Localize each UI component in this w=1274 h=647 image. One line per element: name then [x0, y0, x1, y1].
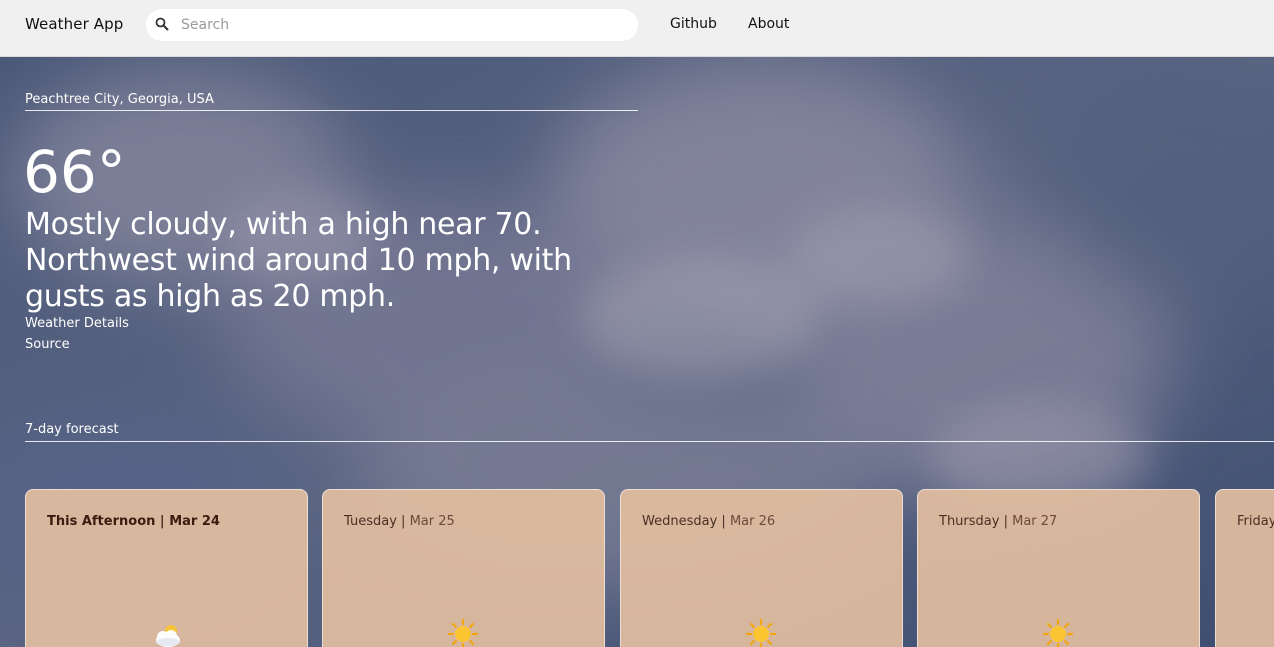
forecast-card-header: This Afternoon | Mar 24	[47, 514, 220, 529]
sun-icon	[1042, 618, 1074, 647]
search-icon	[155, 17, 169, 31]
forecast-day-name: Thursday	[939, 514, 1000, 529]
forecast-card[interactable]: Tuesday | Mar 25	[322, 489, 605, 647]
sun-icon	[447, 618, 479, 647]
forecast-heading: 7-day forecast	[25, 422, 119, 437]
top-navbar: Weather App Github About	[0, 0, 1274, 57]
location-divider	[25, 110, 638, 111]
forecast-card[interactable]: This Afternoon | Mar 24	[25, 489, 308, 647]
forecast-separator: |	[159, 514, 165, 529]
weather-hero: Peachtree City, Georgia, USA 66° Mostly …	[0, 57, 1274, 647]
forecast-divider	[25, 441, 1274, 442]
forecast-card-header: Friday	[1237, 514, 1274, 529]
weather-app: Weather App Github About	[0, 0, 1274, 647]
app-title[interactable]: Weather App	[25, 15, 123, 33]
search-input[interactable]	[181, 13, 621, 37]
forecast-card-list: This Afternoon | Mar 24 Tuesday | Mar 25	[25, 489, 1274, 647]
partly-cloudy-icon	[156, 625, 180, 647]
nav-link-about[interactable]: About	[748, 16, 789, 32]
forecast-date: Mar 27	[1012, 514, 1058, 529]
nav-link-github[interactable]: Github	[670, 16, 717, 32]
forecast-card[interactable]: Wednesday | Mar 26	[620, 489, 903, 647]
search-bar[interactable]	[146, 9, 638, 41]
forecast-date: Mar 25	[409, 514, 455, 529]
forecast-day-name: This Afternoon	[47, 514, 156, 529]
forecast-day-name: Tuesday	[344, 514, 397, 529]
forecast-date: Mar 26	[729, 514, 776, 529]
forecast-card-header: Thursday | Mar 27	[939, 514, 1057, 529]
forecast-separator: |	[721, 514, 726, 529]
forecast-day-name: Friday	[1237, 514, 1274, 529]
forecast-card-header: Wednesday | Mar 26	[642, 514, 775, 529]
forecast-date: Mar 24	[169, 514, 220, 529]
weather-details-link[interactable]: Weather Details	[25, 316, 129, 331]
forecast-separator: |	[401, 514, 406, 529]
forecast-card[interactable]: Friday	[1215, 489, 1274, 647]
forecast-day-name: Wednesday	[642, 514, 718, 529]
current-temperature: 66°	[23, 138, 126, 206]
forecast-card[interactable]: Thursday | Mar 27	[917, 489, 1200, 647]
weather-summary: Mostly cloudy, with a high near 70. Nort…	[25, 207, 572, 314]
forecast-card-header: Tuesday | Mar 25	[344, 514, 455, 529]
forecast-separator: |	[1003, 514, 1008, 529]
sun-icon	[745, 618, 777, 647]
source-link[interactable]: Source	[25, 337, 70, 352]
location-label: Peachtree City, Georgia, USA	[25, 92, 214, 107]
